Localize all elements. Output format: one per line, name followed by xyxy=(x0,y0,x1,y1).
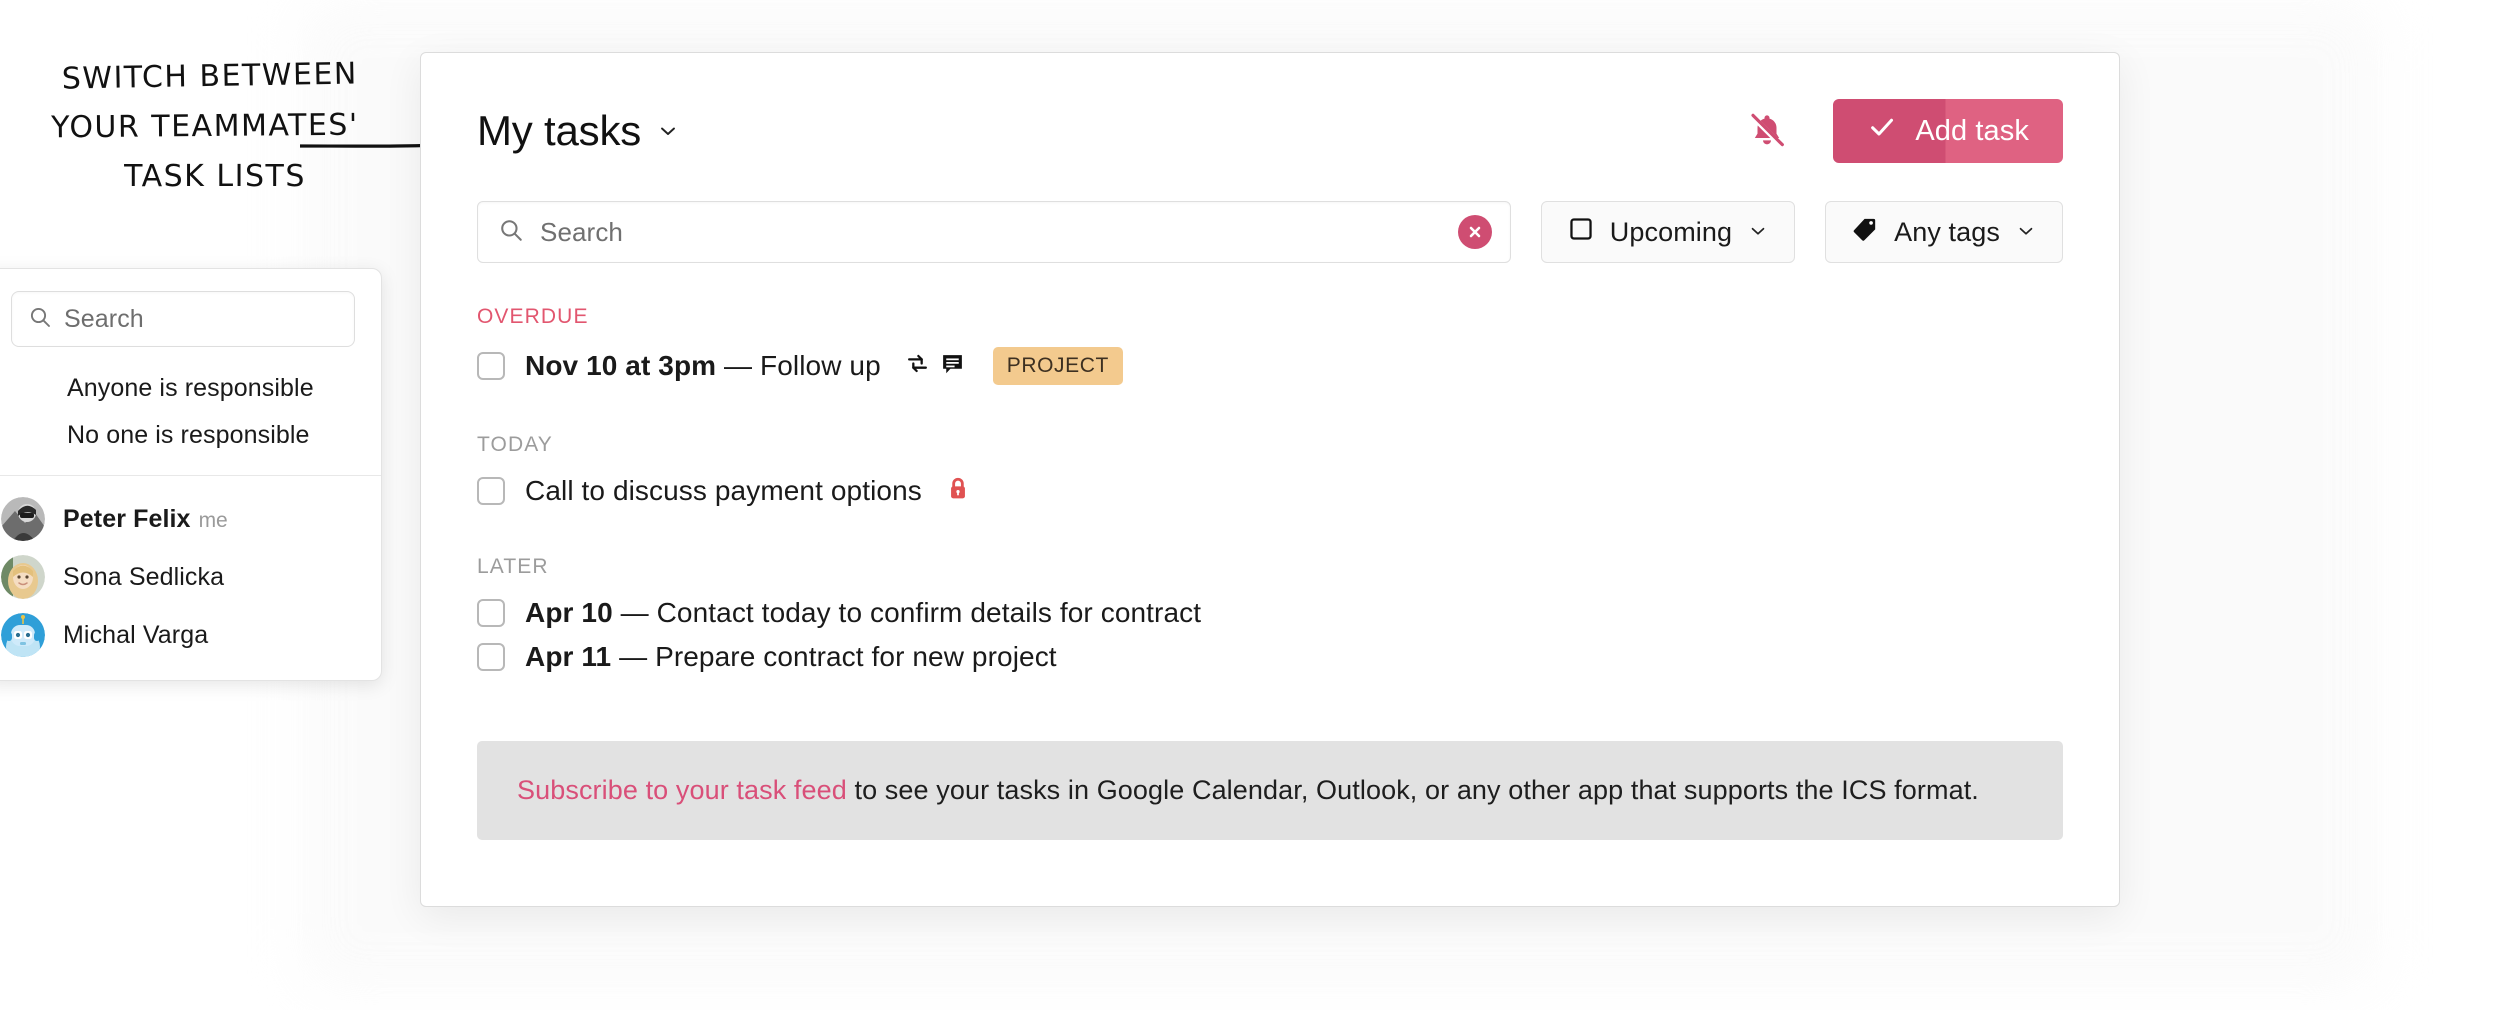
people-list: Peter Felix me Sona Sedlicka Michal Varg… xyxy=(0,476,381,680)
search-icon xyxy=(498,217,524,248)
task-date: Nov 10 at 3pm xyxy=(525,350,717,381)
avatar-photo-grayscale xyxy=(1,497,45,541)
add-task-button[interactable]: Add task xyxy=(1833,99,2063,163)
avatar-robot-blue xyxy=(1,613,45,657)
chevron-down-icon xyxy=(1748,217,1768,248)
avatar-photo-blonde xyxy=(1,555,45,599)
tag-icon xyxy=(1852,216,1878,249)
handwritten-annotation: SWITCH BETWEEN YOUR TEAMMATES' TASK LIST… xyxy=(40,48,380,198)
person-name: Sona Sedlicka xyxy=(63,562,225,591)
task-text: Apr 10 — Contact today to confirm detail… xyxy=(525,597,1201,629)
task-dash: — xyxy=(611,641,656,672)
group-label-overdue: OVERDUE xyxy=(477,305,589,328)
task-checkbox[interactable] xyxy=(477,352,505,380)
task-date: Apr 11 xyxy=(525,641,612,672)
annotation-line-1: SWITCH BETWEEN xyxy=(62,56,359,96)
task-tag-chip[interactable]: PROJECT xyxy=(992,347,1123,385)
date-filter-label: Upcoming xyxy=(1609,216,1733,247)
search-icon xyxy=(28,305,52,334)
card-header: My tasks Add task xyxy=(421,53,2119,163)
task-dash: — xyxy=(716,350,761,381)
people-search-input[interactable]: Search xyxy=(11,291,355,347)
annotation-line-3: TASK LISTS xyxy=(123,159,306,194)
subscribe-task-feed-link[interactable]: Subscribe to your task feed xyxy=(517,775,847,805)
task-row[interactable]: Apr 10 — Contact today to confirm detail… xyxy=(477,591,2063,635)
people-search-placeholder: Search xyxy=(64,304,144,333)
person-name-wrapper: Peter Felix me xyxy=(63,505,228,534)
people-option-anyone[interactable]: Anyone is responsible xyxy=(0,365,381,412)
task-icons xyxy=(905,351,965,381)
task-text: Apr 11 — Prepare contract for new projec… xyxy=(525,641,1057,673)
task-checkbox[interactable] xyxy=(477,599,505,627)
person-row-peter-felix[interactable]: Peter Felix me xyxy=(0,490,381,548)
people-option-noone[interactable]: No one is responsible xyxy=(0,412,381,459)
tag-filter-label: Any tags xyxy=(1894,216,2000,247)
chevron-down-icon[interactable] xyxy=(657,120,679,142)
person-me-label: me xyxy=(198,508,228,532)
group-label-today: TODAY xyxy=(477,433,553,456)
person-name: Michal Varga xyxy=(63,620,209,649)
people-search-wrapper: Search xyxy=(0,269,381,365)
check-icon xyxy=(1867,112,1897,150)
task-title: Contact today to confirm details for con… xyxy=(656,597,1202,628)
search-input[interactable]: Search xyxy=(477,201,1511,263)
task-checkbox[interactable] xyxy=(477,643,505,671)
lock-icon xyxy=(946,476,970,507)
person-row-sona-sedlicka[interactable]: Sona Sedlicka xyxy=(0,548,381,606)
repeat-icon xyxy=(905,351,930,381)
banner-rest-text: to see your tasks in Google Calendar, Ou… xyxy=(846,775,1979,805)
my-tasks-card: My tasks Add task Search Upcoming Any ta… xyxy=(420,52,2120,907)
task-feed-banner: Subscribe to your task feed to see your … xyxy=(477,741,2063,840)
person-row-michal-varga[interactable]: Michal Varga xyxy=(0,606,381,664)
teammate-switcher-panel: Search Anyone is responsible No one is r… xyxy=(0,268,382,681)
task-icons xyxy=(946,476,970,507)
task-text: Nov 10 at 3pm — Follow up xyxy=(525,350,881,382)
task-text: Call to discuss payment options xyxy=(525,475,922,507)
date-filter-button[interactable]: Upcoming xyxy=(1540,201,1796,263)
bell-off-icon[interactable] xyxy=(1741,105,1793,157)
task-title: Follow up xyxy=(760,350,881,381)
task-row[interactable]: Call to discuss payment options xyxy=(477,469,2063,513)
task-title: Call to discuss payment options xyxy=(525,475,922,506)
page-title: My tasks xyxy=(477,107,642,154)
group-label-later: LATER xyxy=(477,555,549,578)
clear-circle-icon[interactable] xyxy=(1457,215,1492,249)
tag-filter-button[interactable]: Any tags xyxy=(1825,201,2063,263)
task-row[interactable]: Apr 11 — Prepare contract for new projec… xyxy=(477,635,2063,679)
task-list: OVERDUE Nov 10 at 3pm — Follow up PROJEC… xyxy=(421,305,2119,679)
task-row[interactable]: Nov 10 at 3pm — Follow up PROJECT xyxy=(477,341,2063,391)
calendar-square-icon xyxy=(1568,216,1594,249)
filter-row: Search Upcoming Any tags xyxy=(421,163,2119,263)
note-icon xyxy=(940,351,965,381)
add-task-label: Add task xyxy=(1915,114,2029,147)
task-checkbox[interactable] xyxy=(477,477,505,505)
annotation-line-2: YOUR TEAMMATES' xyxy=(50,108,359,146)
person-name: Peter Felix xyxy=(63,504,191,533)
task-date: Apr 10 xyxy=(525,597,613,628)
chevron-down-icon xyxy=(2016,217,2036,248)
task-title: Prepare contract for new project xyxy=(655,641,1057,672)
search-placeholder: Search xyxy=(540,216,623,247)
task-dash: — xyxy=(612,597,657,628)
